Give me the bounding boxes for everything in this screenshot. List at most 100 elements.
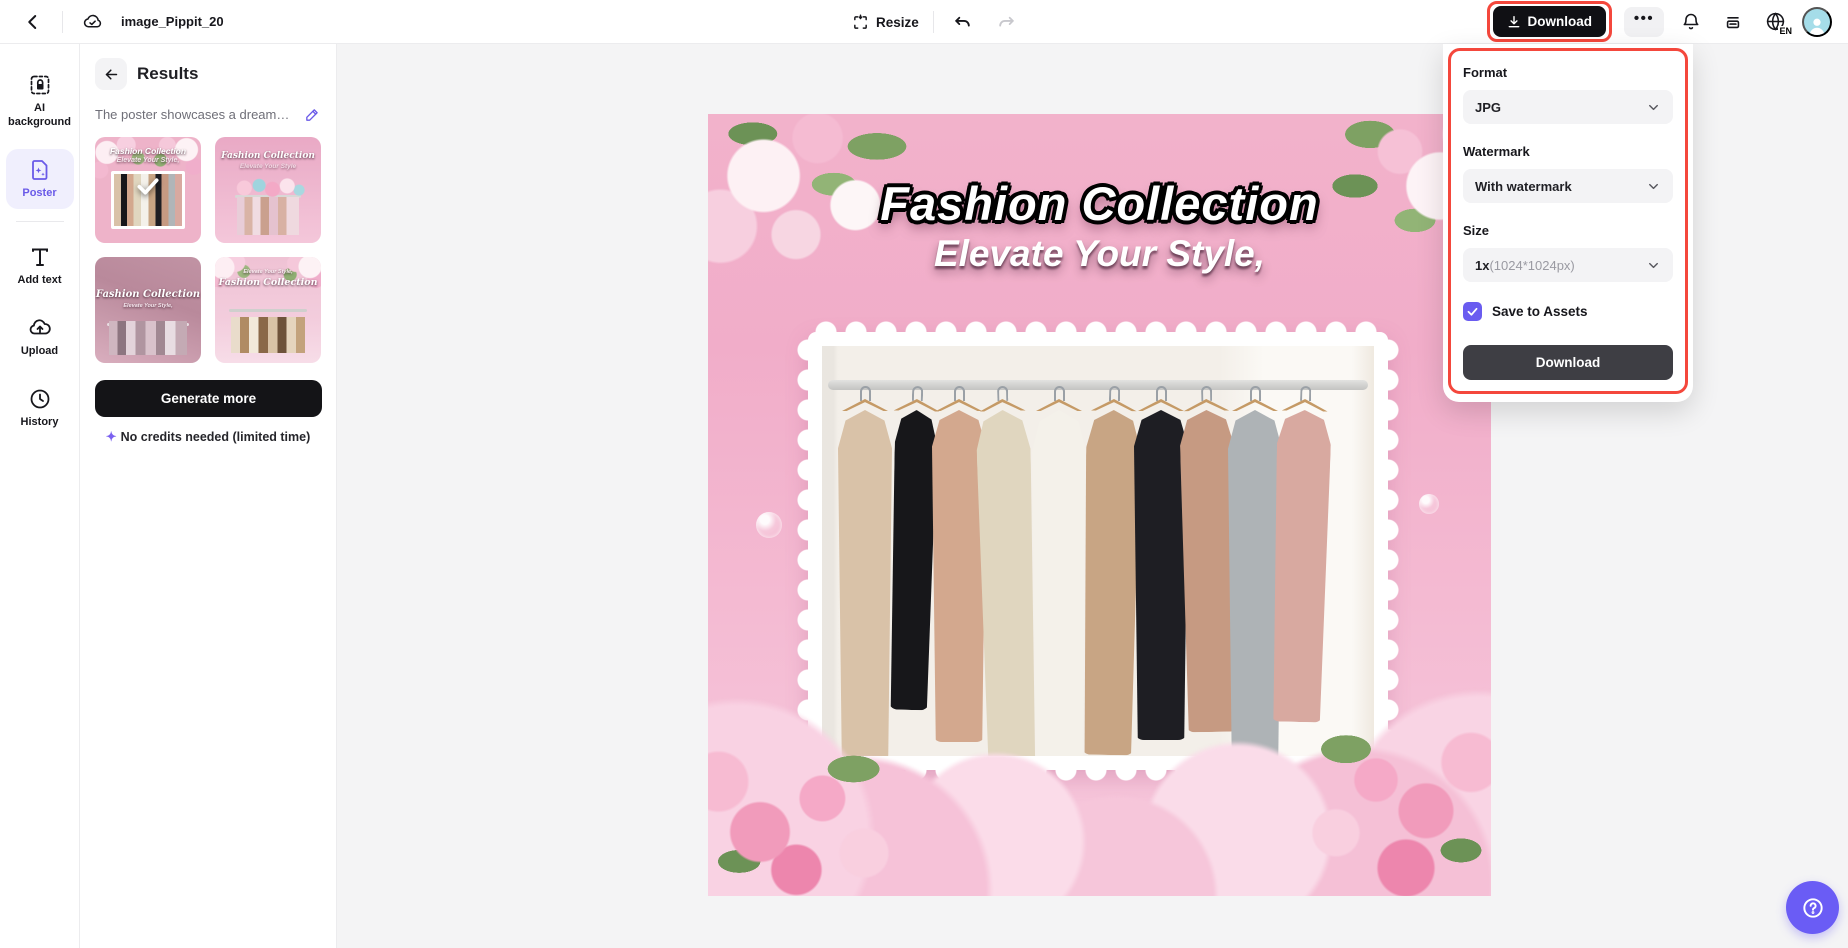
download-icon <box>1508 15 1519 27</box>
sidebar-item-add-text[interactable]: Add text <box>6 236 74 297</box>
language-button[interactable]: EN <box>1760 7 1793 37</box>
result-thumbnails: Fashion Collection Elevate Your Style, F… <box>95 137 321 363</box>
size-dropdown[interactable]: 1x(1024*1024px) <box>1463 248 1673 282</box>
download-button[interactable]: Download <box>1492 6 1606 37</box>
sidebar-item-label: Poster <box>22 186 57 199</box>
redo-button[interactable] <box>992 7 1022 37</box>
undo-button[interactable] <box>948 7 978 37</box>
size-label: Size <box>1463 223 1490 238</box>
check-icon <box>1467 307 1478 316</box>
size-detail: (1024*1024px) <box>1489 257 1575 273</box>
thumb-title: Fashion Collection <box>109 146 187 156</box>
back-button[interactable] <box>18 7 48 37</box>
chevron-down-icon <box>1649 183 1658 189</box>
top-bar-center: Resize <box>852 0 1022 44</box>
history-clock-icon <box>30 389 49 409</box>
poster-text-block: Fashion Collection Elevate Your Style, <box>708 176 1491 275</box>
flowers-bottom-left <box>708 706 942 896</box>
divider <box>62 10 63 33</box>
watermark-dropdown[interactable]: With watermark <box>1463 169 1673 203</box>
thumb-title: Fashion Collection <box>95 289 201 300</box>
sidebar-item-poster[interactable]: Poster <box>5 148 74 210</box>
sidebar-item-history[interactable]: History <box>6 378 74 439</box>
poster-artwork[interactable]: Fashion Collection Elevate Your Style, <box>708 114 1491 896</box>
save-to-assets-label: Save to Assets <box>1492 304 1588 319</box>
save-to-assets-row[interactable]: Save to Assets <box>1463 302 1673 321</box>
clothes-photo <box>109 321 187 355</box>
credits-note-text: No credits needed (limited time) <box>120 430 311 444</box>
undo-icon <box>955 16 971 27</box>
clothes-photo <box>231 317 305 353</box>
download-label: Download <box>1527 14 1593 29</box>
top-bar-right: Download ••• EN <box>1486 1 1848 42</box>
results-header: Results <box>95 58 321 90</box>
print-icon <box>1726 16 1740 28</box>
question-icon <box>1802 897 1823 918</box>
language-code: EN <box>1778 25 1793 36</box>
chevron-left-icon <box>28 14 37 29</box>
tool-sidebar: AI background Poster Add text Upload His… <box>0 44 80 948</box>
chevron-down-icon <box>1649 262 1658 268</box>
format-dropdown[interactable]: JPG <box>1463 90 1673 124</box>
upload-cloud-icon <box>29 319 51 335</box>
thumb-subtitle: Elevate Your Style, <box>123 303 173 309</box>
generate-more-button[interactable]: Generate more <box>95 380 322 417</box>
format-label: Format <box>1463 65 1508 80</box>
rack-rail <box>229 309 307 312</box>
edit-prompt-button[interactable] <box>304 106 321 123</box>
arrow-left-icon <box>105 68 117 80</box>
chevron-down-icon <box>1649 104 1658 110</box>
result-thumbnail-2[interactable]: Fashion Collection Elevate Your Style <box>215 137 321 243</box>
sidebar-item-label: AI background <box>8 102 71 128</box>
app-window: image_Pippit_20 Resize Download ••• EN A… <box>0 0 1848 948</box>
result-thumbnail-3[interactable]: Fashion Collection Elevate Your Style, <box>95 257 201 363</box>
text-icon <box>31 248 48 267</box>
poster-title: Fashion Collection <box>880 177 1319 230</box>
thumb-title: Fashion Collection <box>218 277 318 288</box>
resize-label: Resize <box>876 14 919 30</box>
download-options-panel: Format JPG Watermark With watermark Size… <box>1443 44 1693 402</box>
selected-check-icon <box>135 173 161 202</box>
thumb-subtitle: Elevate Your Style <box>239 163 297 170</box>
sidebar-item-label: Add text <box>17 274 62 287</box>
ai-background-icon <box>30 75 49 95</box>
notifications-button[interactable] <box>1676 7 1706 37</box>
prompt-text: The poster showcases a dreamy… <box>95 107 291 122</box>
result-thumbnail-4[interactable]: Elevate Your Style, Fashion Collection <box>215 257 321 363</box>
download-annotation-box: Download <box>1486 1 1612 42</box>
redo-icon <box>999 16 1015 27</box>
bubble-decoration <box>1419 494 1439 514</box>
sidebar-item-ai-background[interactable]: AI background <box>6 64 74 139</box>
format-value: JPG <box>1475 99 1502 115</box>
sidebar-item-upload[interactable]: Upload <box>6 307 74 368</box>
panel-download-button[interactable]: Download <box>1463 345 1673 380</box>
result-thumbnail-1-selected[interactable]: Fashion Collection Elevate Your Style, <box>95 137 201 243</box>
resize-button[interactable]: Resize <box>852 14 919 31</box>
thumb-title: Fashion Collection <box>221 151 315 161</box>
sidebar-divider <box>15 221 64 223</box>
more-options-button[interactable]: ••• <box>1624 6 1664 37</box>
sidebar-item-label: Upload <box>20 345 59 357</box>
prompt-row: The poster showcases a dreamy… <box>95 106 321 123</box>
divider <box>932 11 934 33</box>
sparkle-icon: ✦ <box>105 429 117 444</box>
thumb-subtitle: Elevate Your Style, <box>116 157 180 164</box>
results-panel: Results The poster showcases a dreamy… F… <box>80 44 337 948</box>
results-back-button[interactable] <box>95 58 127 90</box>
pencil-icon <box>306 109 318 121</box>
credits-note: ✦ No credits needed (limited time) <box>95 429 321 445</box>
thumb-subtitle: Elevate Your Style, <box>243 269 293 275</box>
flowers-bottom-right <box>1261 692 1491 896</box>
print-button[interactable] <box>1718 7 1748 37</box>
file-title[interactable]: image_Pippit_20 <box>121 14 224 29</box>
save-to-assets-checkbox[interactable] <box>1463 302 1482 321</box>
sidebar-item-label: History <box>20 415 59 428</box>
watermark-value: With watermark <box>1475 178 1572 194</box>
poster-icon <box>31 159 47 180</box>
avatar[interactable] <box>1802 6 1832 37</box>
poster-subtitle: Elevate Your Style, <box>933 233 1266 274</box>
user-icon <box>1809 18 1825 35</box>
bubble-decoration <box>756 512 782 538</box>
top-bar: image_Pippit_20 Resize Download ••• EN <box>0 0 1848 44</box>
help-button[interactable] <box>1786 881 1839 934</box>
